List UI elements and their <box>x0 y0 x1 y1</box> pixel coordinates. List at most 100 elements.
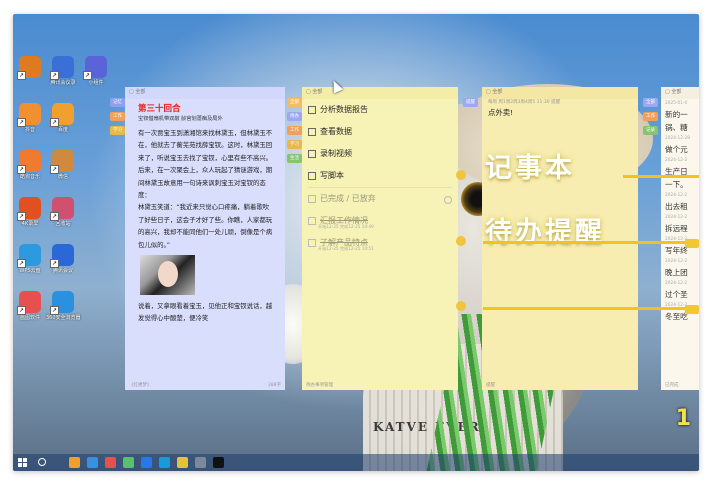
desktop-icon-label: 腾讯会议 <box>52 268 73 274</box>
cloud-icon[interactable]: ↗ WPS云盘 <box>13 244 47 274</box>
widgets-glyph-icon: ↗ <box>83 56 107 80</box>
tag-tab[interactable]: 学习 <box>110 126 125 135</box>
app-icon-5[interactable]: ↗ 微信 <box>46 150 80 180</box>
list-item[interactable]: 晚上团 <box>661 266 699 279</box>
todo-checkbox[interactable] <box>308 171 316 180</box>
todo-item[interactable]: 查看数据 <box>302 121 458 143</box>
tag-tab[interactable]: 待办 <box>287 112 302 121</box>
list-item-date: 2024-12-2 <box>665 193 688 198</box>
tag-tab[interactable]: 记忆 <box>110 98 125 107</box>
todo-item[interactable]: 分析数据报告 <box>302 99 458 121</box>
windows-start-icon[interactable] <box>18 458 27 467</box>
recycle-glyph-icon: ↗ <box>50 197 74 221</box>
app-icon-4[interactable]: ↗ 酷狗音乐 <box>13 150 47 180</box>
filter-label[interactable]: 全部 <box>492 89 502 95</box>
note-toolbar[interactable]: ▢ 全部 <box>482 87 638 99</box>
chapter-subtitle: 宝钗借扇机带双敲 龄官划蔷痴及局外 <box>138 116 223 122</box>
list-item[interactable]: 出去租 <box>661 200 699 213</box>
meeting-glyph-icon: ↗ <box>50 56 74 80</box>
filter-label[interactable]: 全部 <box>135 89 145 95</box>
capcut-taskbar-icon[interactable] <box>213 457 224 468</box>
app-icon-1[interactable]: ↗ 抖音 <box>13 103 47 133</box>
tag-tab[interactable]: 全部 <box>287 98 302 107</box>
todo-checkbox[interactable] <box>308 105 316 114</box>
filter-label[interactable]: 全部 <box>671 89 681 95</box>
done-item[interactable]: 汇报工作情况 开始12-25 完成12-25 14:49 <box>302 210 458 232</box>
desktop-icon-label: 回收站 <box>55 221 71 227</box>
taskbar-app-icon[interactable] <box>87 457 98 468</box>
note-toolbar[interactable]: ▢ 全部 <box>302 87 458 99</box>
taskbar-app-icon[interactable] <box>69 457 80 468</box>
list-item[interactable]: 锅、糖 <box>661 121 699 134</box>
callout-connector <box>483 307 699 310</box>
todo-meta: 开始12-25 完成12-25 14:51 <box>318 246 374 251</box>
taskbar-app-icon[interactable] <box>195 457 206 468</box>
tag-tab[interactable]: 提醒 <box>463 98 478 107</box>
shortcut-arrow-icon: ↗ <box>50 259 59 268</box>
safe-browser-icon[interactable]: ↗ 360安全浏览器 <box>46 291 81 321</box>
file-explorer-icon[interactable] <box>177 457 188 468</box>
todo-meta: 开始12-25 完成12-25 14:49 <box>318 224 374 229</box>
tencent-qq-icon[interactable]: ↗ <box>13 56 47 80</box>
note-source: 《红楼梦》 <box>129 383 152 388</box>
tag-tab[interactable]: 全部 <box>643 98 658 107</box>
callout-connector <box>483 241 699 244</box>
feature-label-memo: 记事本 <box>485 153 575 184</box>
note-toolbar[interactable]: ▢ 全部 <box>661 87 699 99</box>
shortcut-arrow-icon: ↗ <box>50 71 59 80</box>
callout-dot <box>456 301 466 311</box>
list-item[interactable]: 做个元 <box>661 143 699 156</box>
tag-tab[interactable]: 生活 <box>287 154 302 163</box>
taskbar-app-icon[interactable] <box>141 457 152 468</box>
note-window-chapter[interactable]: ▢ 全部 第三十回合 宝钗借扇机带双敲 龄官划蔷痴及局外 有一次贾宝玉到潇湘馆来… <box>125 87 285 390</box>
done-item[interactable]: 了解产品特点 开始12-25 完成12-25 14:51 <box>302 232 458 254</box>
collapse-icon[interactable] <box>444 196 452 204</box>
recycle-icon[interactable]: ↗ 回收站 <box>46 197 80 227</box>
note-window-todo[interactable]: ▢ 全部 分析数据报告 查看数据 录制视频 写脚本 已完成 / 已放弃 汇报工作… <box>302 87 458 390</box>
tag-tab[interactable]: 学习 <box>287 140 302 149</box>
taskbar <box>13 454 699 471</box>
tag-tab[interactable]: 记录 <box>643 126 658 135</box>
shortcut-arrow-icon: ↗ <box>17 259 26 268</box>
tencent-meeting-icon[interactable]: ↗ 腾讯会议 <box>46 244 80 274</box>
callout-marker <box>685 305 699 314</box>
desktop: KATVE EVER ↗↗腾讯会议录↗小组件↗抖音↗百度↗剪映↗酷狗音乐↗微信↗… <box>13 14 699 471</box>
tag-tab[interactable]: 工作 <box>643 112 658 121</box>
widgets-icon[interactable]: ↗ 小组件 <box>79 56 113 86</box>
list-item-date: 2024-12-2 <box>665 281 688 286</box>
todo-checkbox[interactable] <box>308 127 316 136</box>
list-item[interactable]: 过个圣 <box>661 288 699 301</box>
callout-connector <box>623 175 699 178</box>
list-item-date: 2024-12-2 <box>665 158 688 163</box>
shortcut-arrow-icon: ↗ <box>17 118 26 127</box>
done-section-header[interactable]: 已完成 / 已放弃 <box>302 188 458 210</box>
search-icon[interactable] <box>38 458 46 466</box>
list-item[interactable]: 一下。 <box>661 178 699 191</box>
todo-checkbox[interactable] <box>308 149 316 158</box>
todo-item[interactable]: 写脚本 <box>302 165 458 187</box>
list-item[interactable]: 新的一 <box>661 108 699 121</box>
filter-label[interactable]: 全部 <box>312 89 322 95</box>
list-item[interactable]: 拆远程 <box>661 222 699 235</box>
note-toolbar[interactable]: ▢ 全部 <box>125 87 285 99</box>
tag-tab[interactable]: 工作 <box>287 126 302 135</box>
taskbar-app-icon[interactable] <box>123 457 134 468</box>
note-list: 2025-01-0 新的一 锅、糖 2024-12-28 做个元 2024-12-2 生产日… <box>661 99 699 323</box>
corner-digit: 1 <box>675 406 691 431</box>
reminder-meta: 每周 周1周2周3周4周5 11:30 提醒 <box>488 100 561 105</box>
taskbar-app-icon[interactable] <box>159 457 170 468</box>
taskbar-app-icon[interactable] <box>105 457 116 468</box>
note-footer: 提醒 <box>486 383 495 388</box>
recorder-icon[interactable]: ↗ 4K录屏 <box>13 197 47 227</box>
todo-checkbox[interactable] <box>308 238 316 247</box>
tencent-qq-glyph-icon: ↗ <box>17 56 41 80</box>
todo-checkbox[interactable] <box>308 216 316 225</box>
tag-tab[interactable]: 工作 <box>110 112 125 121</box>
meeting-icon[interactable]: ↗ 腾讯会议录 <box>46 56 80 86</box>
paint-icon[interactable]: ↗ 画图软件 <box>13 291 47 321</box>
chapter-paragraph: 有一次贾宝玉到潇湘馆来找林黛玉，但林黛玉不在，他就去了蘅芜苑找薛宝钗。这时，林黛… <box>138 129 273 200</box>
memo-content[interactable]: 点外卖! <box>482 107 638 119</box>
todo-item[interactable]: 录制视频 <box>302 143 458 165</box>
portrait-image <box>140 255 195 296</box>
app-icon-2[interactable]: ↗ 百度 <box>46 103 80 133</box>
